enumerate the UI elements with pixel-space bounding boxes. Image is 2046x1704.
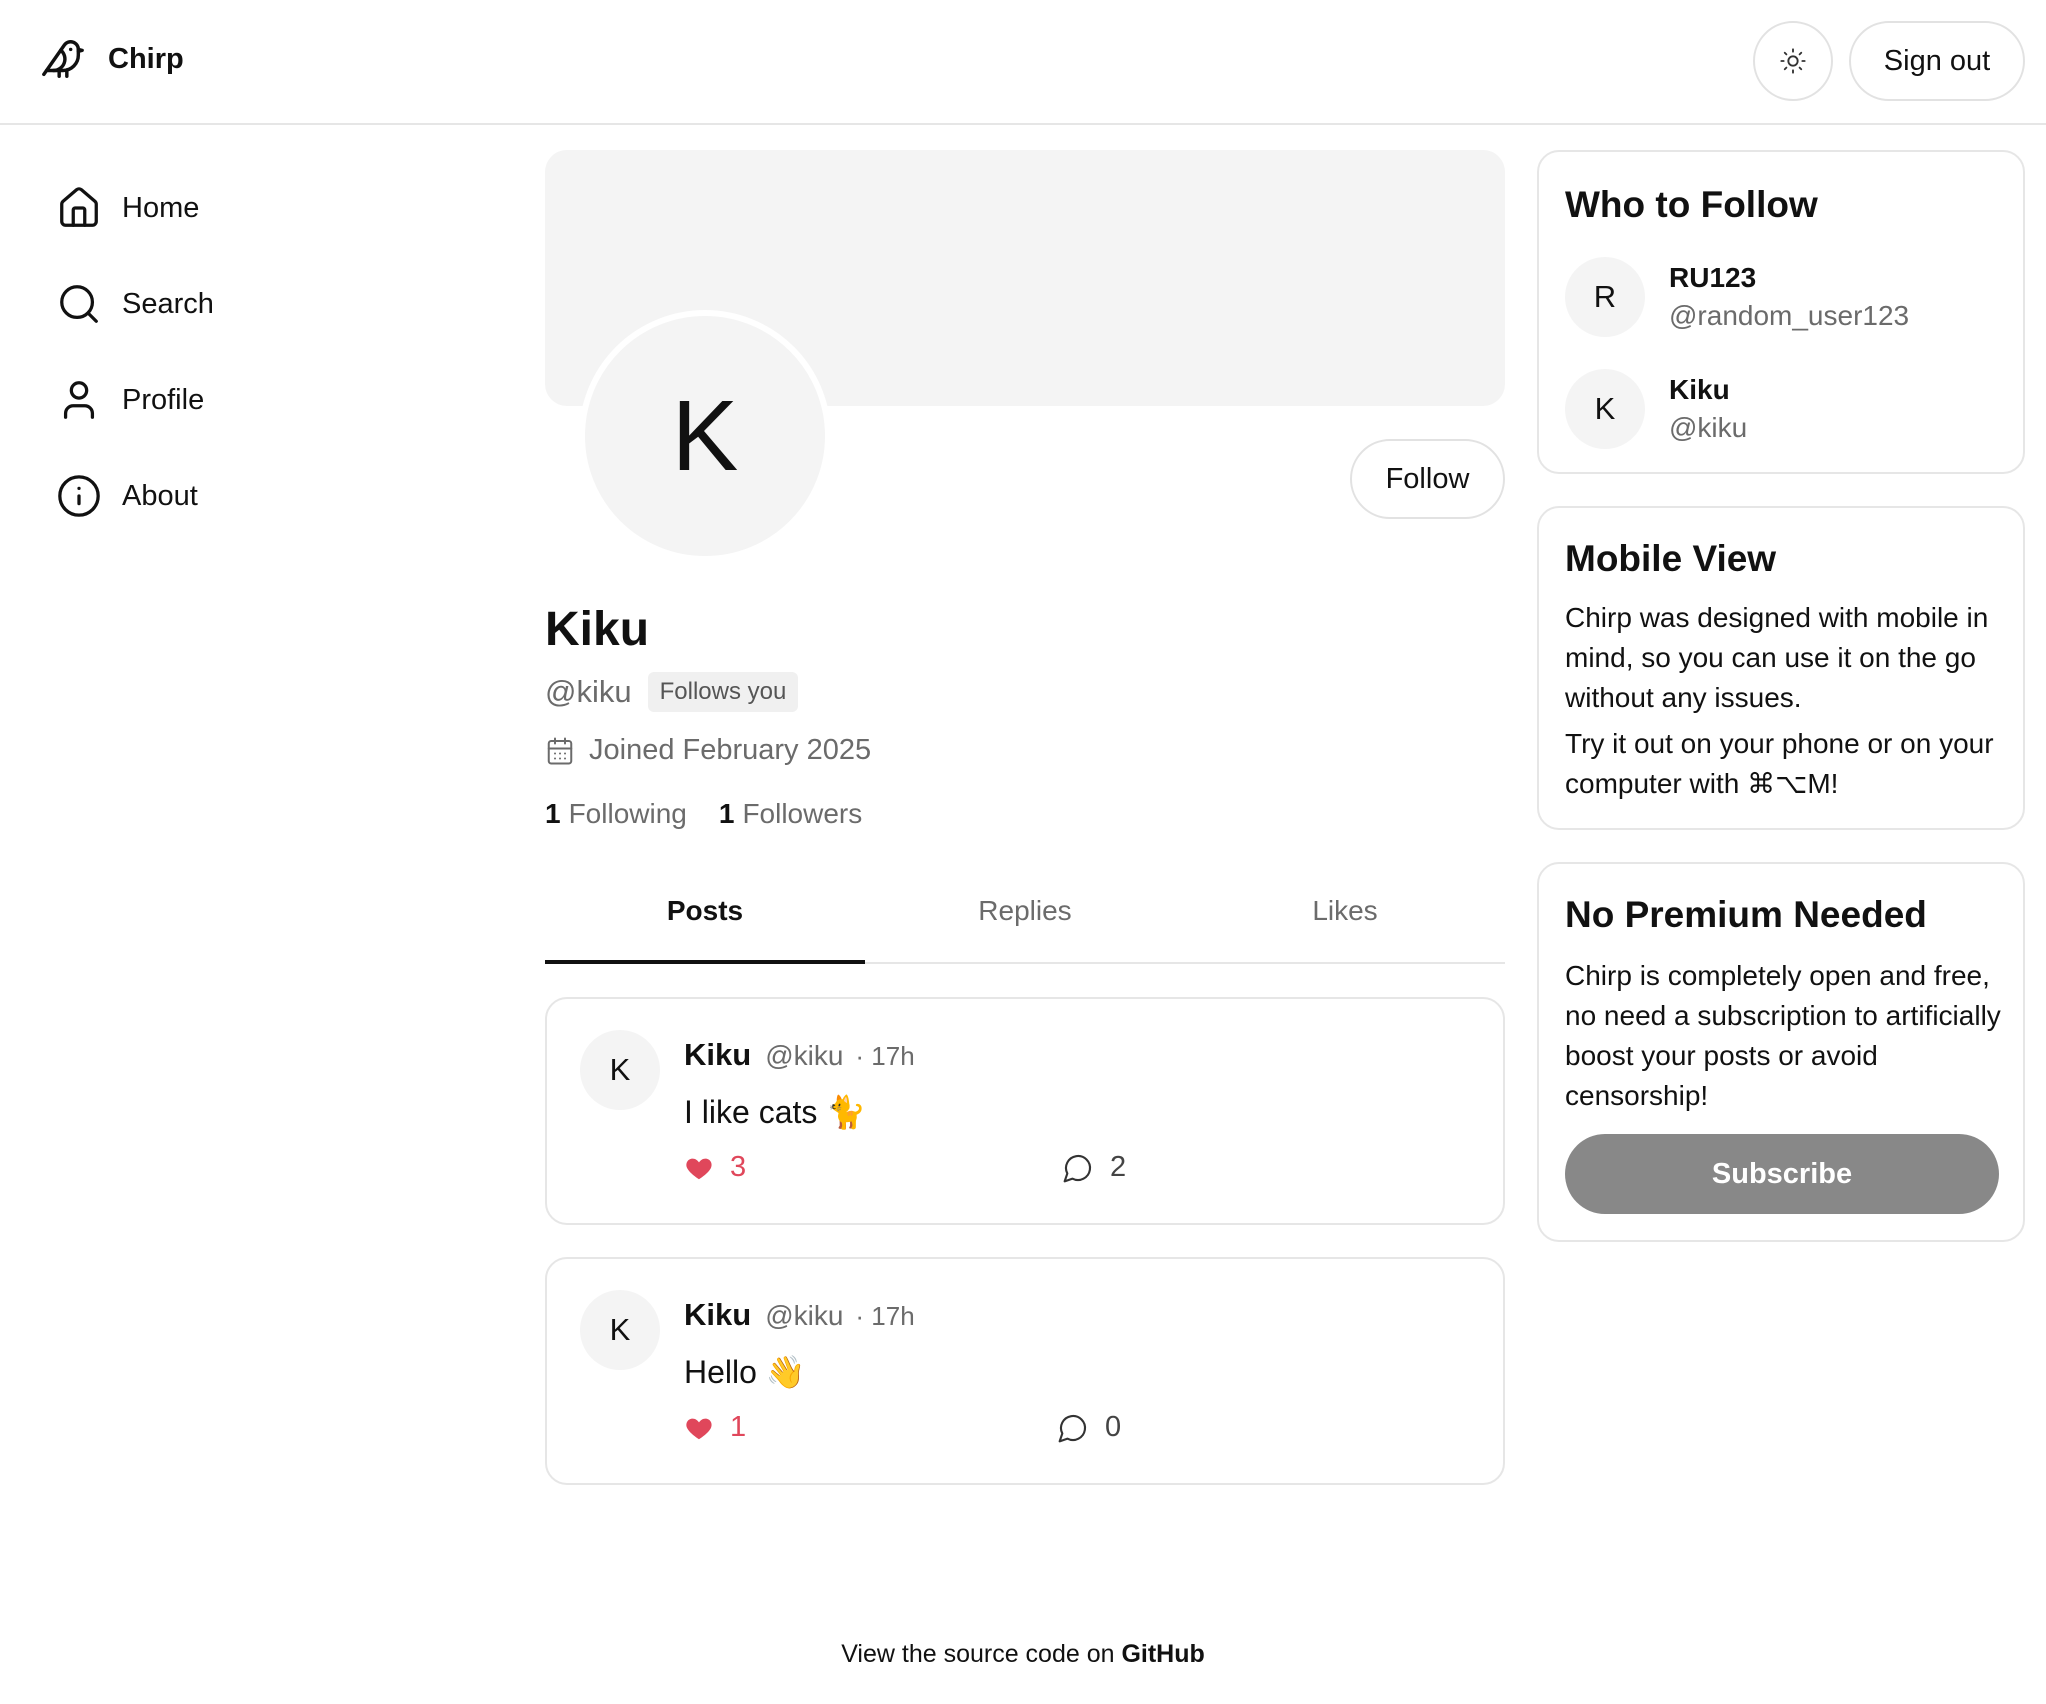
mobile-view-tip: Try it out on your phone or on your comp… xyxy=(1565,728,1994,799)
suggested-user[interactable]: R RU123 @random_user123 xyxy=(1565,257,1909,337)
suggested-user-handle: @kiku xyxy=(1669,412,1748,443)
post-card[interactable]: K Kiku @kiku · 17h I like cats 🐈 3 2 xyxy=(545,997,1505,1225)
sidebar-item-label: Profile xyxy=(122,383,205,416)
reply-count: 2 xyxy=(1110,1151,1127,1183)
user-icon xyxy=(56,377,102,423)
avatar: K xyxy=(1565,369,1645,449)
sign-out-button[interactable]: Sign out xyxy=(1849,21,2025,101)
heart-icon xyxy=(684,1153,714,1183)
info-icon xyxy=(56,473,102,519)
sidebar-item-profile[interactable]: Profile xyxy=(56,352,214,448)
post-time: · 17h xyxy=(855,1041,915,1071)
following-count[interactable]: 1 Following xyxy=(545,798,687,830)
suggested-user-handle: @random_user123 xyxy=(1669,300,1910,331)
mobile-view-title: Mobile View xyxy=(1565,538,1777,579)
suggested-user-name: Kiku xyxy=(1669,374,1730,405)
post-author-name[interactable]: Kiku xyxy=(684,1037,751,1073)
search-icon xyxy=(56,281,102,327)
theme-toggle-button[interactable] xyxy=(1753,21,1833,101)
like-button[interactable]: 1 xyxy=(684,1411,746,1444)
comment-icon xyxy=(1057,1412,1089,1444)
sidebar-nav: Home Search Profile About xyxy=(56,160,214,544)
post-text: I like cats 🐈 xyxy=(684,1094,867,1130)
sidebar-item-home[interactable]: Home xyxy=(56,160,214,256)
reply-button[interactable]: 0 xyxy=(1057,1411,1121,1444)
profile-tabs: Posts Replies Likes xyxy=(545,860,1505,964)
post-card[interactable]: K Kiku @kiku · 17h Hello 👋 1 0 xyxy=(545,1257,1505,1485)
heart-icon xyxy=(684,1413,714,1443)
mobile-view-text: Chirp was designed with mobile in mind, … xyxy=(1565,602,1989,713)
footer: View the source code on GitHub xyxy=(0,1640,2046,1669)
subscribe-button[interactable]: Subscribe xyxy=(1565,1134,1999,1214)
top-bar: Chirp Sign out xyxy=(0,0,2046,125)
post-header: Kiku @kiku · 17h xyxy=(684,1297,915,1333)
footer-text: View the source code on xyxy=(841,1640,1115,1668)
brand[interactable]: Chirp xyxy=(40,36,184,82)
post-text: Hello 👋 xyxy=(684,1354,806,1390)
follows-you-badge: Follows you xyxy=(647,672,799,712)
premium-title: No Premium Needed xyxy=(1565,894,1927,935)
reply-count: 0 xyxy=(1105,1411,1122,1443)
follow-counts: 1 Following 1 Followers xyxy=(545,798,862,830)
profile-name: Kiku xyxy=(545,603,650,656)
sidebar-item-label: About xyxy=(122,479,198,512)
like-count: 1 xyxy=(730,1411,747,1443)
joined-text: Joined February 2025 xyxy=(589,734,872,766)
post-avatar[interactable]: K xyxy=(580,1030,660,1110)
reply-button[interactable]: 2 xyxy=(1062,1151,1126,1184)
premium-text: Chirp is completely open and free, no ne… xyxy=(1565,960,2001,1111)
post-header: Kiku @kiku · 17h xyxy=(684,1037,915,1073)
sidebar-item-about[interactable]: About xyxy=(56,448,214,544)
suggested-user-name: RU123 xyxy=(1669,262,1757,293)
profile-handle: @kiku xyxy=(545,674,632,709)
tab-likes[interactable]: Likes xyxy=(1185,860,1505,962)
calendar-icon xyxy=(545,736,575,766)
like-button[interactable]: 3 xyxy=(684,1151,746,1184)
github-link[interactable]: GitHub xyxy=(1121,1640,1204,1668)
post-time: · 17h xyxy=(855,1301,915,1331)
like-count: 3 xyxy=(730,1151,747,1183)
suggested-user[interactable]: K Kiku @kiku xyxy=(1565,369,1747,449)
post-author-handle: @kiku xyxy=(765,1040,844,1071)
avatar: R xyxy=(1565,257,1645,337)
tab-replies[interactable]: Replies xyxy=(865,860,1185,962)
app-name: Chirp xyxy=(108,42,184,75)
follow-button[interactable]: Follow xyxy=(1350,439,1505,519)
suggested-user-info: Kiku @kiku xyxy=(1669,374,1747,444)
sidebar-item-search[interactable]: Search xyxy=(56,256,214,352)
post-author-name[interactable]: Kiku xyxy=(684,1297,751,1333)
post-author-handle: @kiku xyxy=(765,1300,844,1331)
post-avatar[interactable]: K xyxy=(580,1290,660,1370)
who-to-follow-title: Who to Follow xyxy=(1565,184,1818,225)
followers-count[interactable]: 1 Followers xyxy=(719,798,862,830)
profile-handle-row: @kiku Follows you xyxy=(545,672,799,712)
profile-avatar: K xyxy=(579,310,831,562)
tab-posts[interactable]: Posts xyxy=(545,860,865,964)
followers-number: 1 xyxy=(718,798,735,829)
bird-logo-icon xyxy=(40,36,86,82)
suggested-user-info: RU123 @random_user123 xyxy=(1669,262,1909,332)
comment-icon xyxy=(1062,1152,1094,1184)
following-number: 1 xyxy=(545,798,561,829)
sidebar-item-label: Search xyxy=(122,287,214,320)
sidebar-item-label: Home xyxy=(122,191,200,224)
following-label: Following xyxy=(568,798,687,829)
who-to-follow-card: Who to Follow R RU123 @random_user123 K … xyxy=(1537,150,2025,474)
joined-date: Joined February 2025 xyxy=(545,734,871,767)
mobile-view-card: Mobile View Chirp was designed with mobi… xyxy=(1537,506,2025,830)
sun-icon xyxy=(1779,47,1807,75)
premium-card: No Premium Needed Chirp is completely op… xyxy=(1537,862,2025,1242)
followers-label: Followers xyxy=(742,798,863,829)
home-icon xyxy=(56,185,102,231)
